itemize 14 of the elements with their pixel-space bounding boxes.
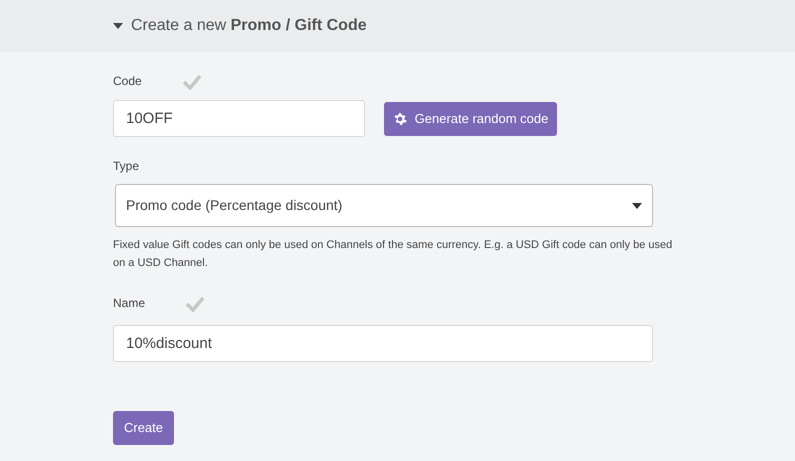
help-text: Fixed value Gift codes can only be used on Channels of the same currency. E.g. a USD Gift code can only be used on a USD Channel. xyxy=(113,238,673,271)
field-label: Code xyxy=(113,73,142,90)
caret-icon xyxy=(632,202,642,208)
gear-icon xyxy=(392,112,407,126)
type-select[interactable]: Promo code (Percentage discount) xyxy=(115,184,653,227)
name-field[interactable]: 10%discount xyxy=(113,325,653,362)
generate-code-button[interactable]: Generate random code xyxy=(384,102,557,136)
field-label: Type xyxy=(113,158,140,175)
create-button[interactable]: Create xyxy=(113,411,174,445)
caret-icon xyxy=(113,22,123,30)
section-header[interactable]: Create a new Promo / Gift Code xyxy=(0,0,795,52)
section-title: Create a new Promo / Gift Code xyxy=(131,16,367,36)
field-label: Name xyxy=(113,295,146,312)
code-field[interactable]: 10OFF xyxy=(113,100,365,137)
